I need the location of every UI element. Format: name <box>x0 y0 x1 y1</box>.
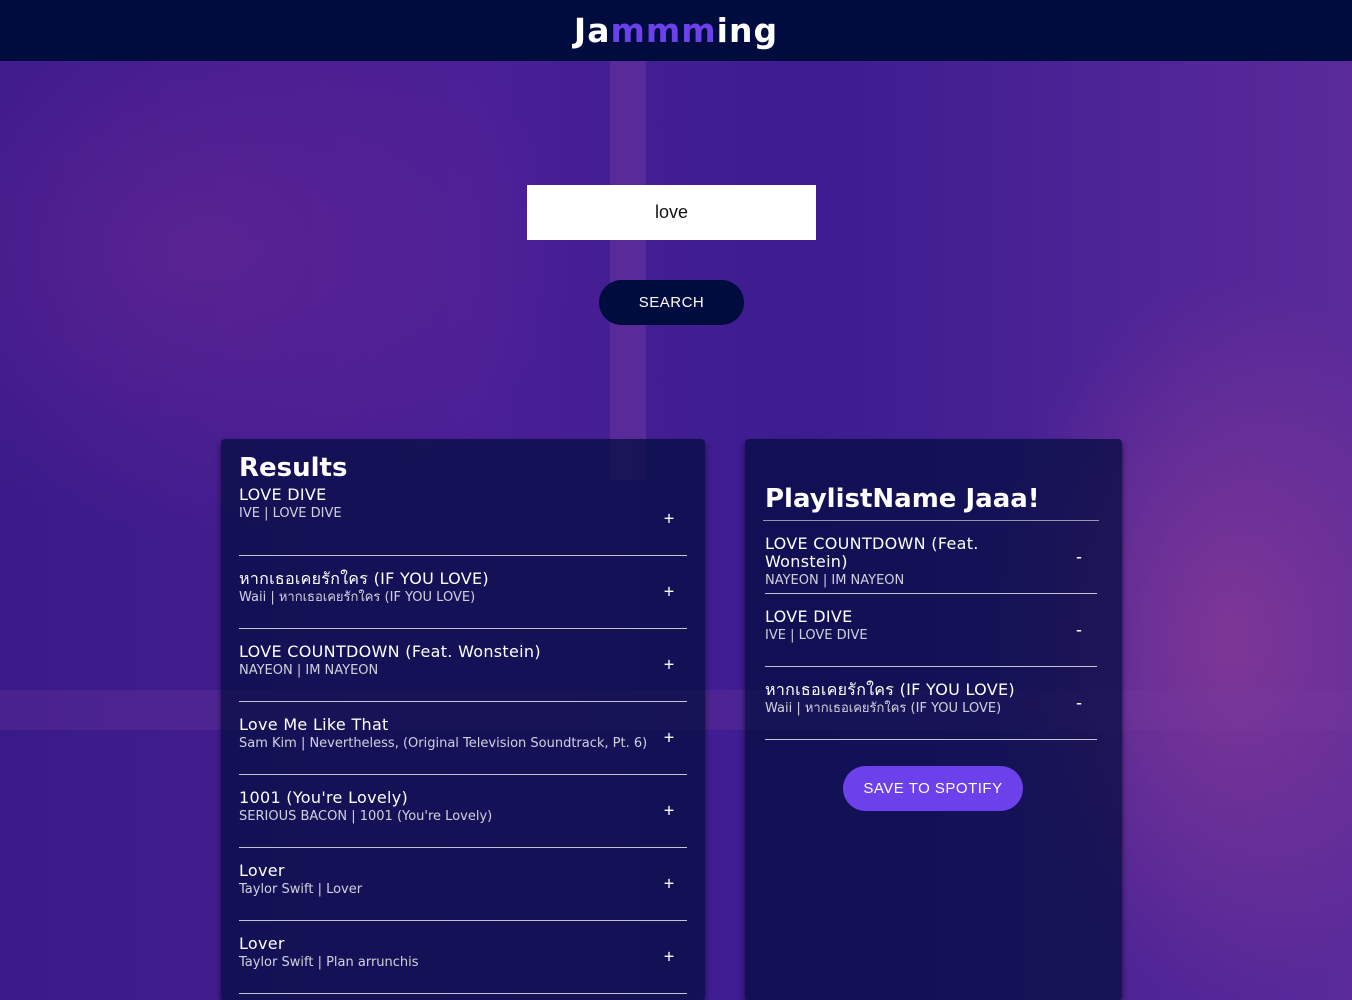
track-artist-album: Waii | หากเธอเคยรักใคร (IF YOU LOVE) <box>765 701 1002 716</box>
track-name: LOVE COUNTDOWN (Feat. Wonstein) <box>765 534 979 571</box>
app-header: Jammming <box>0 0 1352 61</box>
track-name: หากเธอเคยรักใคร (IF YOU LOVE) <box>239 569 489 588</box>
add-track-button[interactable]: + <box>661 874 677 895</box>
track-row: LOVE DIVE IVE | LOVE DIVE + <box>239 483 687 556</box>
track-artist-album: SERIOUS BACON | 1001 (You're Lovely) <box>239 809 493 824</box>
app-logo: Jammming <box>574 11 778 50</box>
results-track-list: LOVE DIVE IVE | LOVE DIVE + หากเธอเคยรักใคร… <box>239 483 687 994</box>
background-decoration <box>610 60 646 480</box>
remove-track-button[interactable]: - <box>1071 693 1087 714</box>
track-name: LOVE DIVE <box>765 607 853 626</box>
track-row: Lover Taylor Swift | Lover + <box>239 848 687 921</box>
add-track-button[interactable]: + <box>661 655 677 676</box>
track-artist-album: Taylor Swift | Plan arrunchis <box>239 955 419 970</box>
playlist-track-list: LOVE COUNTDOWN (Feat. Wonstein) NAYEON | … <box>765 521 1102 740</box>
track-row: Love Me Like That Sam Kim | Nevertheless,… <box>239 702 687 775</box>
track-artist-album: IVE | LOVE DIVE <box>239 506 342 521</box>
playlist-name-input[interactable] <box>763 483 1099 521</box>
track-name: LOVE DIVE <box>239 485 327 504</box>
add-track-button[interactable]: + <box>661 728 677 749</box>
search-button[interactable]: SEARCH <box>599 280 744 325</box>
track-row: LOVE COUNTDOWN (Feat. Wonstein) NAYEON | … <box>239 629 687 702</box>
track-row: Lover Taylor Swift | Plan arrunchis + <box>239 921 687 994</box>
playlist-panel: LOVE COUNTDOWN (Feat. Wonstein) NAYEON | … <box>745 439 1122 1000</box>
track-name: Lover <box>239 861 285 880</box>
track-artist-album: Taylor Swift | Lover <box>239 882 363 897</box>
track-name: 1001 (You're Lovely) <box>239 788 409 807</box>
add-track-button[interactable]: + <box>661 947 677 968</box>
track-row: LOVE DIVE IVE | LOVE DIVE - <box>765 594 1097 667</box>
track-row: หากเธอเคยรักใคร (IF YOU LOVE) Waii | หากเ… <box>765 667 1097 740</box>
save-to-spotify-button[interactable]: SAVE TO SPOTIFY <box>843 766 1023 811</box>
logo-suffix: ing <box>716 11 779 50</box>
add-track-button[interactable]: + <box>661 801 677 822</box>
track-artist-album: Sam Kim | Nevertheless, (Original Televi… <box>239 736 648 751</box>
logo-prefix: Ja <box>573 11 611 50</box>
track-row: หากเธอเคยรักใคร (IF YOU LOVE) Waii | หากเ… <box>239 556 687 629</box>
results-title: Results <box>239 453 348 483</box>
track-row: 1001 (You're Lovely) SERIOUS BACON | 1001… <box>239 775 687 848</box>
add-track-button[interactable]: + <box>661 582 677 603</box>
logo-accent: mmm <box>610 11 717 50</box>
results-panel: Results LOVE DIVE IVE | LOVE DIVE + หากเธอเ… <box>221 439 705 1000</box>
track-name: LOVE COUNTDOWN (Feat. Wonstein) <box>239 642 541 661</box>
track-row: LOVE COUNTDOWN (Feat. Wonstein) NAYEON | … <box>765 521 1097 594</box>
track-artist-album: NAYEON | IM NAYEON <box>765 573 905 588</box>
track-artist-album: Waii | หากเธอเคยรักใคร (IF YOU LOVE) <box>239 590 476 605</box>
track-artist-album: NAYEON | IM NAYEON <box>239 663 379 678</box>
remove-track-button[interactable]: - <box>1071 547 1087 568</box>
track-name: หากเธอเคยรักใคร (IF YOU LOVE) <box>765 680 1015 699</box>
track-name: Lover <box>239 934 285 953</box>
remove-track-button[interactable]: - <box>1071 620 1087 641</box>
track-artist-album: IVE | LOVE DIVE <box>765 628 868 643</box>
search-input[interactable] <box>527 185 816 240</box>
add-track-button[interactable]: + <box>661 509 677 530</box>
track-name: Love Me Like That <box>239 715 389 734</box>
